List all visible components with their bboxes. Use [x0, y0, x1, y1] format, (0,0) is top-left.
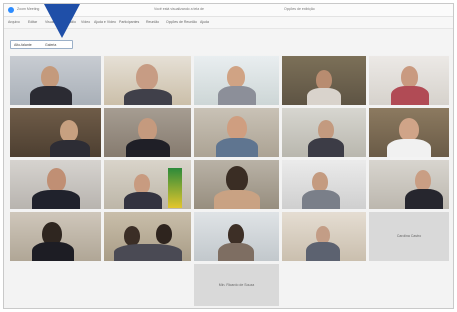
participant-tile[interactable]: [10, 212, 101, 261]
zoom-logo-icon: [8, 7, 14, 13]
window-title: Zoom Meeting: [17, 7, 40, 11]
participant-tile[interactable]: [194, 108, 279, 157]
participant-tile[interactable]: [369, 56, 449, 105]
participant-tile[interactable]: [194, 160, 279, 209]
participant-tile-video-off[interactable]: Min. Ricardo de Souza: [194, 264, 279, 306]
participant-tile[interactable]: [10, 160, 101, 209]
participant-tile[interactable]: [369, 160, 449, 209]
view-options-menu[interactable]: Opções de exibição: [284, 7, 315, 11]
menu-meeting-options[interactable]: Opções de Reunião: [166, 20, 197, 24]
zoom-window: Zoom Meeting Você está visualizando a te…: [3, 3, 454, 309]
pointer-marker-icon: [44, 4, 80, 38]
gallery-grid: Carolina Castro Min. Ricardo de Souza: [10, 56, 449, 306]
menu-meeting[interactable]: Reunião: [146, 20, 159, 24]
participant-tile[interactable]: [104, 160, 191, 209]
participant-tile[interactable]: [282, 160, 366, 209]
participant-tile[interactable]: [104, 56, 191, 105]
participant-tile[interactable]: [104, 212, 191, 261]
menu-edit[interactable]: Editar: [28, 20, 37, 24]
speaker-view-label[interactable]: Alto-falante: [14, 43, 32, 47]
screen-share-notice: Você está visualizando a tela de: [154, 7, 205, 11]
menu-help-video[interactable]: Ajuda e Vídeo: [94, 20, 116, 24]
menu-file[interactable]: Arquivo: [8, 20, 20, 24]
view-switch-button[interactable]: Alto-falante Galeria: [10, 40, 73, 49]
menu-video[interactable]: Vídeo: [81, 20, 90, 24]
participant-tile[interactable]: [282, 56, 366, 105]
participant-tile[interactable]: [194, 56, 279, 105]
gallery-view-label[interactable]: Galeria: [45, 43, 56, 47]
participant-tile[interactable]: [10, 108, 101, 157]
participant-name: Carolina Castro: [396, 234, 422, 239]
participant-tile[interactable]: [194, 212, 279, 261]
participant-tile[interactable]: [369, 108, 449, 157]
menu-help[interactable]: Ajuda: [200, 20, 209, 24]
menu-participants[interactable]: Participantes: [119, 20, 139, 24]
participant-name: Min. Ricardo de Souza: [218, 282, 255, 287]
participant-tile[interactable]: [104, 108, 191, 157]
participant-tile[interactable]: [282, 108, 366, 157]
participant-tile-video-off[interactable]: Carolina Castro: [369, 212, 449, 261]
participant-tile[interactable]: [10, 56, 101, 105]
participant-tile[interactable]: [282, 212, 366, 261]
